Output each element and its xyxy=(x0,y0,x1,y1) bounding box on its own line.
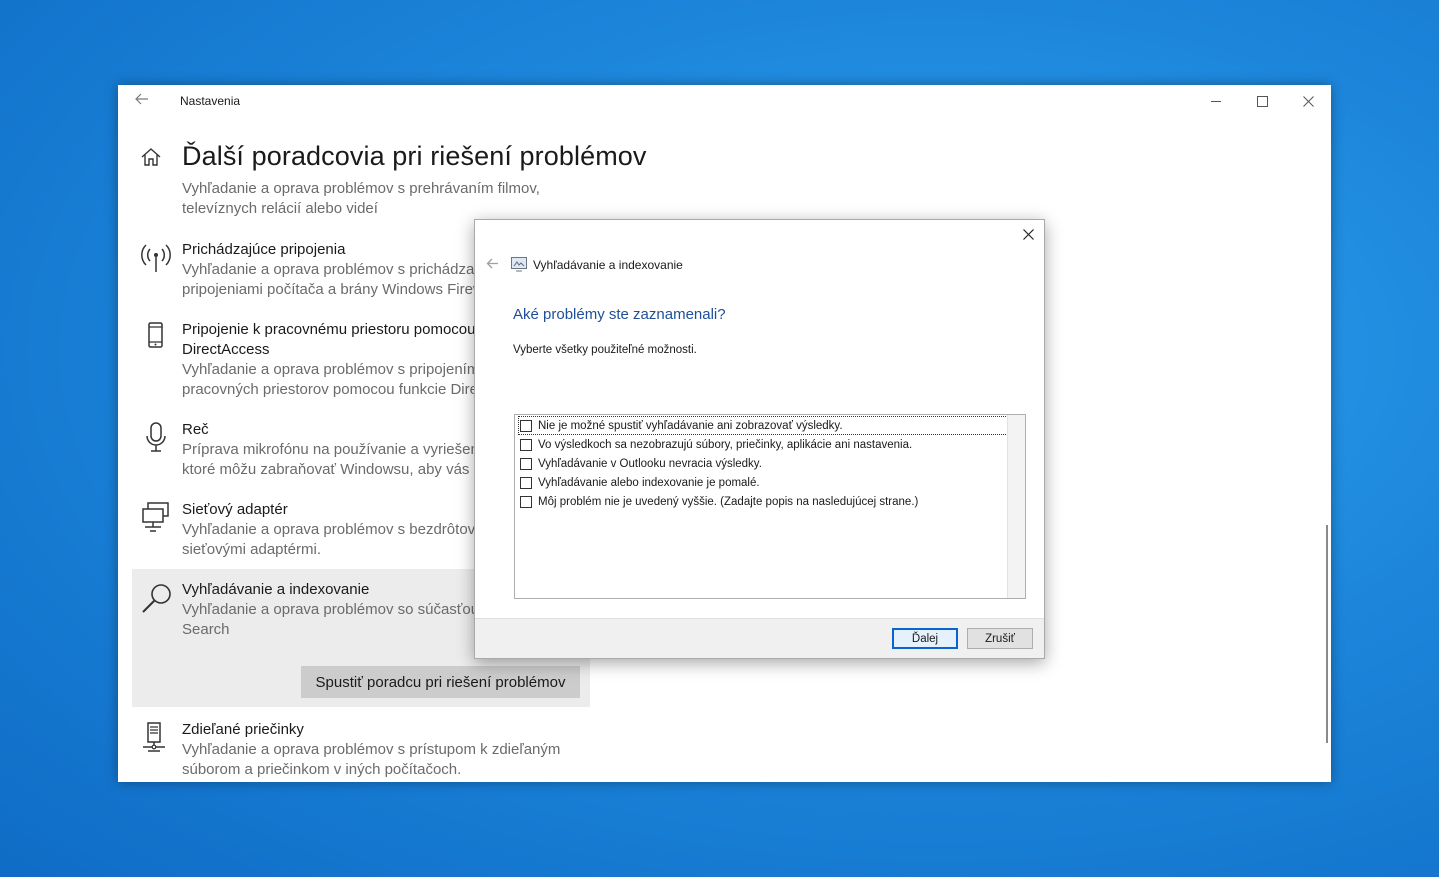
item-title: Reč xyxy=(182,421,209,438)
troubleshooter-dialog: Vyhľadávanie a indexovanie Aké problémy … xyxy=(474,219,1045,659)
microphone-icon xyxy=(140,422,172,454)
item-desc: pracovných priestorov pomocou funkcie Di… xyxy=(182,381,478,398)
item-desc: ktoré môžu zabraňovať Windowsu, aby vás … xyxy=(182,461,482,478)
minimize-icon xyxy=(1210,100,1221,102)
close-icon xyxy=(1302,95,1314,107)
item-desc: Vyhľadanie a oprava problémov s bezdrôto… xyxy=(182,521,476,538)
page-description: Vyhľadanie a oprava problémov s prehráva… xyxy=(182,179,572,219)
dialog-back-button[interactable] xyxy=(483,256,501,272)
item-title: Sieťový adaptér xyxy=(182,501,288,518)
page-description-line: televíznych relácií alebo videí xyxy=(182,200,378,217)
network-adapter-icon xyxy=(140,502,172,534)
dialog-instruction: Vyberte všetky použiteľné možnosti. xyxy=(513,344,697,356)
item-title: Zdieľané priečinky xyxy=(182,721,304,738)
option-label: Nie je možné spustiť vyhľadávanie ani zo… xyxy=(538,419,843,432)
back-arrow-icon xyxy=(135,93,148,105)
home-icon[interactable] xyxy=(140,147,164,169)
page-title: Ďalší poradcovia pri riešení problémov xyxy=(182,141,647,171)
item-desc: pripojeniami počítača a brány Windows Fi… xyxy=(182,281,484,298)
item-desc: Vyhľadanie a oprava problémov s prístupo… xyxy=(182,741,561,758)
page-description-line: Vyhľadanie a oprava problémov s prehráva… xyxy=(182,180,540,197)
option-label: Vo výsledkoch sa nezobrazujú súbory, pri… xyxy=(538,438,913,451)
dialog-heading: Aké problémy ste zaznamenali? xyxy=(513,306,726,323)
shared-folder-icon xyxy=(140,722,172,754)
item-title: Prichádzajúce pripojenia xyxy=(182,241,346,258)
item-title: Vyhľadávanie a indexovanie xyxy=(182,581,370,598)
minimize-button[interactable] xyxy=(1193,85,1239,117)
troubleshooter-app-icon xyxy=(511,257,527,272)
option-other-problem[interactable]: Môj problém nie je uvedený vyššie. (Zada… xyxy=(519,493,918,510)
cancel-button[interactable]: Zrušiť xyxy=(967,628,1033,649)
item-desc: Vyhľadanie a oprava problémov s prichádz… xyxy=(182,261,478,278)
checkbox[interactable] xyxy=(520,438,532,451)
run-troubleshooter-button[interactable]: Spustiť poradcu pri riešení problémov xyxy=(301,666,580,698)
title-bar: Nastavenia xyxy=(118,85,1331,117)
close-icon xyxy=(1022,229,1034,240)
item-desc: Search xyxy=(182,621,230,638)
search-icon xyxy=(140,582,172,614)
item-desc: súborom a priečinkom v iných počítačoch. xyxy=(182,761,462,778)
option-outlook-search[interactable]: Vyhľadávanie v Outlooku nevracia výsledk… xyxy=(519,455,762,472)
item-desc: sieťovými adaptérmi. xyxy=(182,541,322,558)
option-search-not-starting[interactable]: Nie je možné spustiť vyhľadávanie ani zo… xyxy=(518,416,1008,435)
item-desc: Vyhľadanie a oprava problémov s pripojen… xyxy=(182,361,480,378)
options-list: Nie je možné spustiť vyhľadávanie ani zo… xyxy=(514,414,1026,599)
options-scrollbar[interactable] xyxy=(1007,415,1025,598)
next-button[interactable]: Ďalej xyxy=(892,628,958,649)
dialog-footer: Ďalej Zrušiť xyxy=(475,618,1044,658)
antenna-icon xyxy=(140,242,172,274)
dialog-close-button[interactable] xyxy=(1015,226,1041,246)
checkbox[interactable] xyxy=(520,419,532,432)
item-desc: Príprava mikrofónu na používanie a vyrie… xyxy=(182,441,479,458)
back-arrow-icon xyxy=(486,258,498,269)
checkbox[interactable] xyxy=(520,457,532,470)
dialog-app-name: Vyhľadávanie a indexovanie xyxy=(533,258,683,272)
maximize-icon xyxy=(1256,95,1268,107)
item-desc: Vyhľadanie a oprava problémov so súčasťo… xyxy=(182,601,480,618)
option-label: Vyhľadávanie alebo indexovanie je pomalé… xyxy=(538,476,760,489)
app-title: Nastavenia xyxy=(180,94,241,108)
phone-icon xyxy=(140,322,172,354)
troubleshooter-item-shared-folders[interactable]: Zdieľané priečinky Vyhľadanie a oprava p… xyxy=(132,720,590,782)
close-button[interactable] xyxy=(1285,85,1331,117)
item-title-continued: DirectAccess xyxy=(182,341,270,358)
maximize-button[interactable] xyxy=(1239,85,1285,117)
checkbox[interactable] xyxy=(520,495,532,508)
option-slow-indexing[interactable]: Vyhľadávanie alebo indexovanie je pomalé… xyxy=(519,474,760,491)
option-results-missing[interactable]: Vo výsledkoch sa nezobrazujú súbory, pri… xyxy=(519,436,912,453)
option-label: Môj problém nie je uvedený vyššie. (Zada… xyxy=(538,495,919,508)
item-title: Pripojenie k pracovnému priestoru pomoco… xyxy=(182,321,476,338)
scrollbar[interactable] xyxy=(1326,525,1328,743)
back-button[interactable] xyxy=(130,91,154,111)
checkbox[interactable] xyxy=(520,476,532,489)
option-label: Vyhľadávanie v Outlooku nevracia výsledk… xyxy=(538,457,762,470)
